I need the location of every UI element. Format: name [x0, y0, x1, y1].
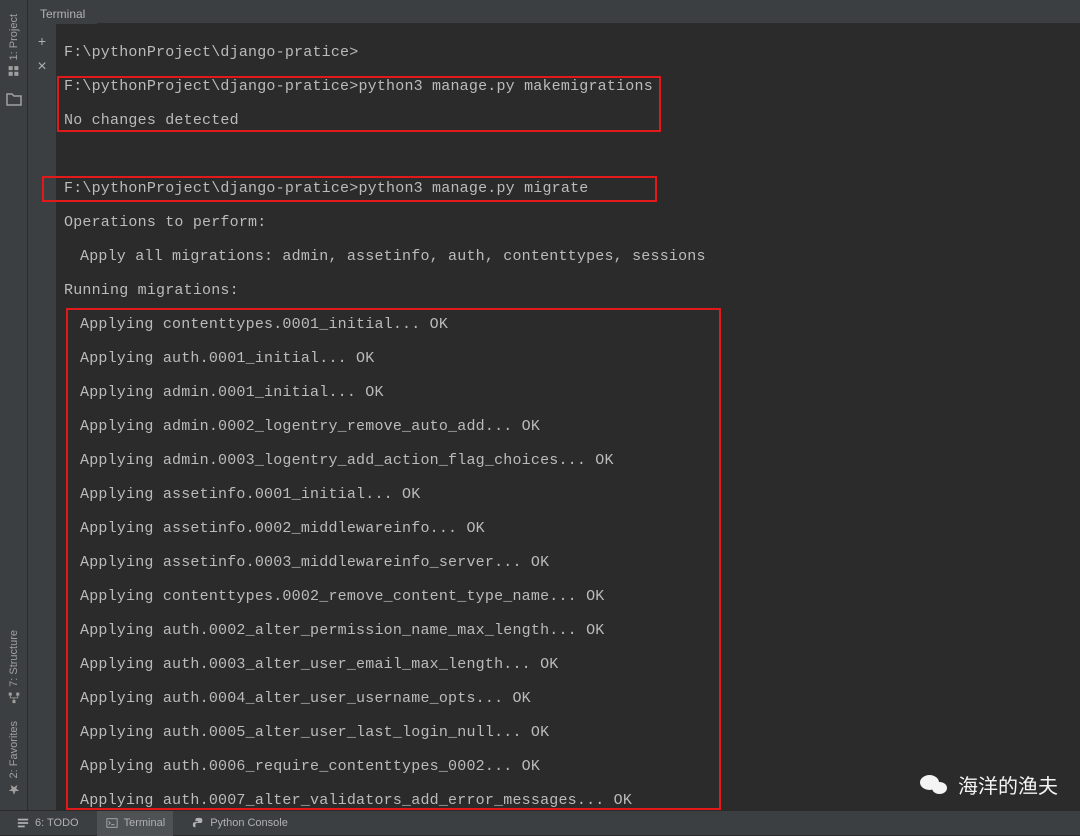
terminal-line: Applying auth.0002_alter_permission_name… — [64, 620, 1072, 641]
terminal-line: Applying contenttypes.0002_remove_conten… — [64, 586, 1072, 607]
bottom-tab-python-console[interactable]: Python Console — [183, 811, 296, 836]
sidebar-tab-structure[interactable]: 7: Structure — [7, 622, 21, 713]
terminal-line: Running migrations: — [64, 280, 1072, 301]
sidebar-tab-project-label: 1: Project — [8, 14, 20, 60]
terminal-toolbar: + × — [28, 24, 56, 810]
terminal-line: Applying admin.0003_logentry_add_action_… — [64, 450, 1072, 471]
terminal-line: Applying assetinfo.0003_middlewareinfo_s… — [64, 552, 1072, 573]
sidebar-tab-favorites[interactable]: 2: Favorites — [7, 713, 21, 804]
folder-icon[interactable] — [6, 92, 22, 106]
terminal-line: Operations to perform: — [64, 212, 1072, 233]
wechat-icon — [920, 773, 950, 797]
terminal-line: Applying auth.0005_alter_user_last_login… — [64, 722, 1072, 743]
left-sidebar: 1: Project 7: Structure 2: Favorites — [0, 0, 28, 810]
bottom-bar: 6: TODO Terminal Python Console — [0, 810, 1080, 835]
bottom-tab-terminal[interactable]: Terminal — [97, 811, 174, 836]
terminal-line: F:\pythonProject\django-pratice>python3 … — [64, 76, 1072, 97]
sidebar-tab-project[interactable]: 1: Project — [7, 6, 21, 86]
watermark: 海洋的渔夫 — [920, 770, 1058, 799]
terminal-line: F:\pythonProject\django-pratice>python3 … — [64, 178, 1072, 199]
terminal-line: F:\pythonProject\django-pratice> — [64, 42, 1072, 63]
terminal-line: Applying assetinfo.0001_initial... OK — [64, 484, 1072, 505]
terminal-line: Applying contenttypes.0001_initial... OK — [64, 314, 1072, 335]
terminal-icon — [105, 816, 119, 830]
terminal-line: Applying auth.0003_alter_user_email_max_… — [64, 654, 1072, 675]
bottom-tab-terminal-label: Terminal — [124, 817, 166, 829]
terminal-line: Applying admin.0002_logentry_remove_auto… — [64, 416, 1072, 437]
terminal-line: Applying assetinfo.0002_middlewareinfo..… — [64, 518, 1072, 539]
terminal-line: Apply all migrations: admin, assetinfo, … — [64, 246, 1072, 267]
terminal-line: No changes detected — [64, 110, 1072, 131]
terminal-line: Applying auth.0001_initial... OK — [64, 348, 1072, 369]
star-icon — [7, 782, 21, 796]
close-tab-button[interactable]: × — [31, 56, 53, 78]
bottom-tab-todo-label: 6: TODO — [35, 817, 79, 829]
terminal-line — [64, 144, 1072, 165]
terminal-line: Applying admin.0001_initial... OK — [64, 382, 1072, 403]
new-tab-button[interactable]: + — [31, 30, 53, 52]
bottom-tab-todo[interactable]: 6: TODO — [8, 811, 87, 836]
todo-icon — [16, 816, 30, 830]
panel-header: Terminal — [28, 0, 1080, 24]
bottom-tab-python-console-label: Python Console — [210, 817, 288, 829]
terminal-tab[interactable]: Terminal — [28, 0, 97, 24]
python-icon — [191, 816, 205, 830]
sidebar-tab-favorites-label: 2: Favorites — [8, 721, 20, 778]
terminal-body[interactable]: F:\pythonProject\django-pratice> F:\pyth… — [56, 24, 1080, 810]
watermark-text: 海洋的渔夫 — [958, 770, 1058, 799]
structure-icon — [7, 691, 21, 705]
sidebar-tab-structure-label: 7: Structure — [8, 630, 20, 687]
project-icon — [7, 64, 21, 78]
terminal-line: Applying auth.0004_alter_user_username_o… — [64, 688, 1072, 709]
